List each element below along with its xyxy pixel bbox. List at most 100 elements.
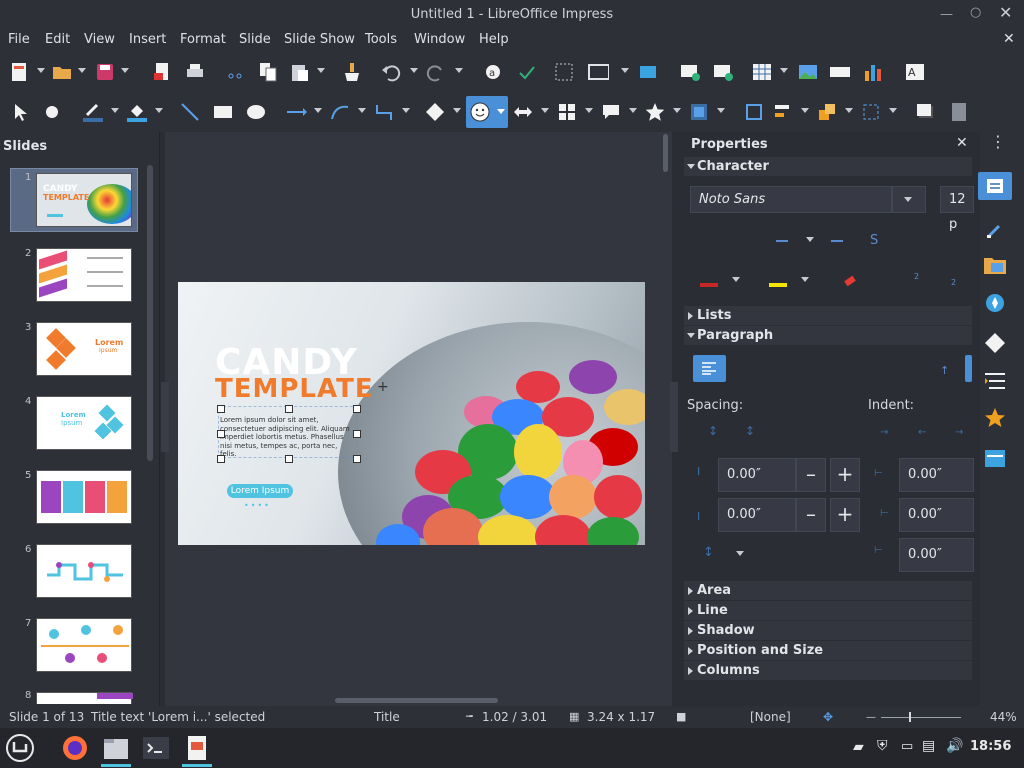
- slide-thumbnail[interactable]: Lorem Ipsum: [36, 322, 132, 376]
- paste-dropdown-icon[interactable]: [317, 68, 325, 73]
- underline-dropdown-icon[interactable]: [806, 237, 814, 242]
- hanging-indent-icon[interactable]: →: [955, 427, 963, 438]
- connectors-dropdown-icon[interactable]: [402, 108, 410, 113]
- distribute-dropdown-icon[interactable]: [889, 108, 897, 113]
- menu-file[interactable]: File: [8, 32, 30, 47]
- open-folder-icon[interactable]: [51, 61, 73, 83]
- distribute-icon[interactable]: [860, 101, 882, 123]
- undo-icon[interactable]: [380, 61, 402, 83]
- spacing-above-field[interactable]: 0.00″: [718, 458, 796, 492]
- text-box-icon[interactable]: A: [904, 61, 926, 83]
- print-icon[interactable]: [184, 61, 206, 83]
- decrease-spacing-icon[interactable]: ↕: [745, 424, 755, 438]
- styles-tab-icon[interactable]: [980, 218, 1010, 244]
- selection-handle[interactable]: [285, 405, 293, 413]
- sidebar-menu-icon[interactable]: ⋮: [990, 134, 1006, 150]
- indent-after-field[interactable]: 0.00″: [899, 498, 974, 532]
- spacing-above-decrease-button[interactable]: –: [796, 458, 826, 492]
- slide-title-line2[interactable]: TEMPLATE: [215, 374, 374, 404]
- file-manager-icon[interactable]: [101, 733, 131, 763]
- highlight-dropdown-icon[interactable]: [801, 277, 809, 282]
- chart-icon[interactable]: [862, 61, 884, 83]
- curves-dropdown-icon[interactable]: [358, 108, 366, 113]
- clock[interactable]: 18:56: [970, 739, 1011, 754]
- redo-icon[interactable]: [425, 61, 447, 83]
- menu-slide[interactable]: Slide: [239, 32, 271, 47]
- align-top-icon[interactable]: ↑: [940, 364, 949, 377]
- basic-shapes-dropdown-icon[interactable]: [453, 108, 461, 113]
- indent-first-line-field[interactable]: 0.00″: [899, 538, 974, 572]
- subscript-icon[interactable]: 2: [951, 278, 956, 287]
- align-dropdown-icon[interactable]: [801, 108, 809, 113]
- new-document-icon[interactable]: [9, 61, 31, 83]
- undo-dropdown-icon[interactable]: [410, 68, 418, 73]
- minimize-icon[interactable]: —: [940, 7, 953, 22]
- callouts-icon[interactable]: [600, 101, 622, 123]
- font-name-field[interactable]: Noto Sans: [690, 186, 892, 213]
- grid-icon[interactable]: [553, 61, 575, 83]
- menu-slide-show[interactable]: Slide Show: [284, 32, 355, 47]
- decrease-indent-icon[interactable]: ←: [918, 427, 926, 438]
- volume-icon[interactable]: 🔊: [946, 738, 963, 754]
- spelling-icon[interactable]: [224, 61, 246, 83]
- selection-handle[interactable]: [353, 430, 361, 438]
- slides-scrollbar[interactable]: [147, 165, 153, 461]
- indent-before-field[interactable]: 0.00″: [899, 458, 974, 492]
- paragraph-section-header[interactable]: Paragraph: [684, 326, 972, 345]
- spacing-below-field[interactable]: 0.00″: [718, 498, 796, 532]
- stars-dropdown-icon[interactable]: [673, 108, 681, 113]
- animation-tab-icon[interactable]: [980, 406, 1010, 432]
- selection-handle[interactable]: [217, 455, 225, 463]
- fill-color-icon[interactable]: [126, 101, 148, 123]
- zoom-slider-thumb[interactable]: [909, 712, 911, 722]
- shadow-icon[interactable]: [914, 101, 936, 123]
- curves-icon[interactable]: [329, 101, 351, 123]
- zoom-level[interactable]: 44%: [990, 710, 1017, 724]
- save-icon[interactable]: [94, 61, 116, 83]
- selection-handle[interactable]: [217, 405, 225, 413]
- new-dropdown-icon[interactable]: [37, 68, 45, 73]
- close-window-icon[interactable]: ✕: [999, 3, 1012, 22]
- basic-shapes-icon[interactable]: [424, 101, 446, 123]
- stars-icon[interactable]: [644, 101, 666, 123]
- storage-icon[interactable]: ▭: [901, 739, 913, 754]
- 3d-objects-icon[interactable]: [688, 101, 710, 123]
- menu-edit[interactable]: Edit: [45, 32, 70, 47]
- start-from-current-icon[interactable]: [712, 61, 734, 83]
- copy-icon[interactable]: [257, 61, 279, 83]
- zoom-pan-icon[interactable]: [41, 101, 63, 123]
- columns-section-header[interactable]: Columns: [684, 661, 972, 680]
- vertical-scrollbar[interactable]: [663, 134, 668, 172]
- spacing-below-increase-button[interactable]: +: [830, 498, 860, 532]
- area-section-header[interactable]: Area: [684, 581, 972, 600]
- character-section-header[interactable]: Character: [684, 157, 972, 176]
- slide-thumbnail[interactable]: [36, 470, 132, 524]
- firefox-icon[interactable]: [60, 733, 90, 763]
- increase-indent-icon[interactable]: →: [880, 427, 888, 438]
- flowchart-dropdown-icon[interactable]: [585, 108, 593, 113]
- line-color-dropdown-icon[interactable]: [111, 108, 119, 113]
- shapes-tab-icon[interactable]: [980, 330, 1010, 356]
- slide-transition-tab-icon[interactable]: [980, 368, 1010, 394]
- menu-view[interactable]: View: [84, 32, 115, 47]
- terminal-icon[interactable]: [141, 733, 171, 763]
- slide-button[interactable]: Lorem Ipsum: [227, 484, 293, 498]
- font-name-dropdown[interactable]: [892, 186, 926, 213]
- lines-dropdown-icon[interactable]: [314, 108, 322, 113]
- crop-icon[interactable]: [948, 101, 970, 123]
- overline-icon[interactable]: [831, 240, 843, 242]
- align-more-button[interactable]: [965, 355, 972, 382]
- spacing-above-increase-button[interactable]: +: [830, 458, 860, 492]
- master-slides-tab-icon[interactable]: [980, 446, 1010, 472]
- zoom-out-icon[interactable]: —: [866, 712, 876, 723]
- selection-handle[interactable]: [285, 455, 293, 463]
- close-sidebar-icon[interactable]: ✕: [956, 135, 968, 151]
- notification-icon[interactable]: ▰: [853, 739, 864, 755]
- selection-handle[interactable]: [217, 430, 225, 438]
- collapse-slides-handle[interactable]: [161, 382, 169, 452]
- align-objects-icon[interactable]: [772, 101, 794, 123]
- menu-tools[interactable]: Tools: [365, 32, 397, 47]
- block-arrows-dropdown-icon[interactable]: [541, 108, 549, 113]
- spellcheck-check-icon[interactable]: [516, 61, 538, 83]
- menu-format[interactable]: Format: [180, 32, 226, 47]
